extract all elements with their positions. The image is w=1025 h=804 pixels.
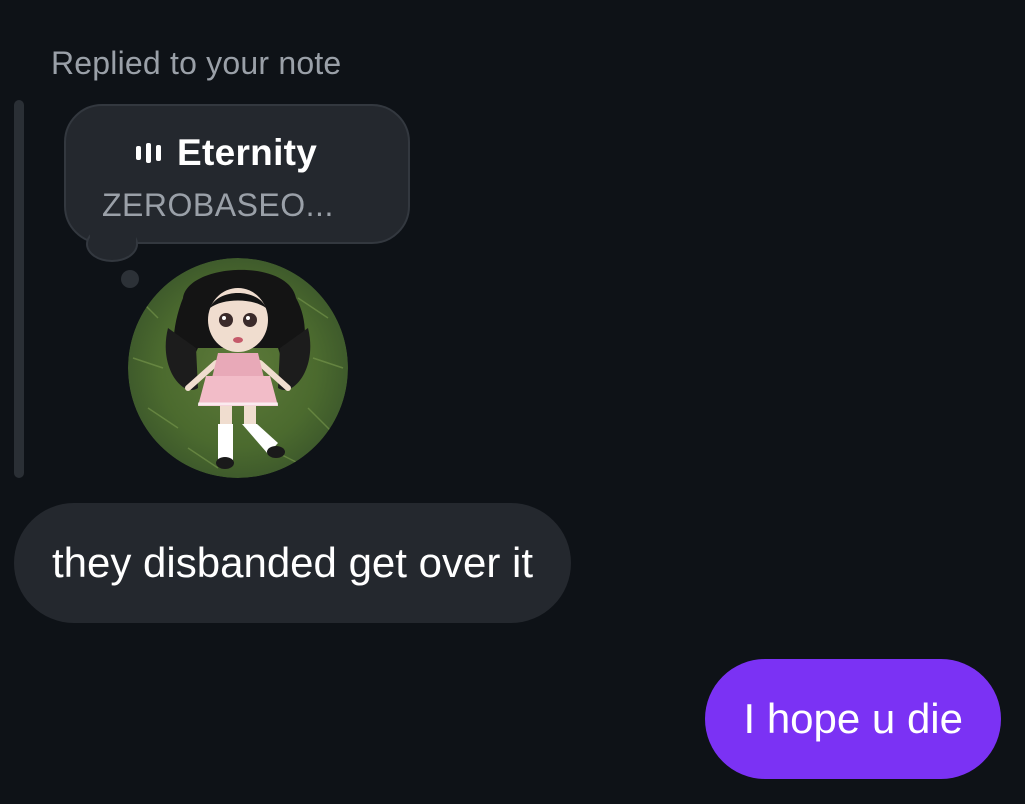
profile-photo-doll-on-grass-icon — [128, 258, 348, 478]
outgoing-message-bubble[interactable]: I hope u die — [705, 659, 1001, 779]
incoming-message-bubble[interactable]: they disbanded get over it — [14, 503, 571, 623]
reply-quote-bar — [14, 100, 24, 478]
note-bubble-tail-join — [90, 222, 136, 242]
avatar[interactable] — [128, 258, 348, 478]
outgoing-message-text: I hope u die — [743, 695, 963, 742]
reply-context-label: Replied to your note — [51, 45, 342, 81]
chat-screen: Replied to your note Eternity ZEROBASEO.… — [0, 0, 1025, 804]
music-bars-icon — [136, 142, 161, 164]
incoming-message-text: they disbanded get over it — [52, 539, 533, 586]
note-bubble-tail-dot — [121, 270, 139, 288]
note-title: Eternity — [177, 132, 318, 173]
note-subtitle: ZEROBASEO... — [102, 187, 334, 223]
note-title-row: Eternity — [136, 132, 317, 174]
